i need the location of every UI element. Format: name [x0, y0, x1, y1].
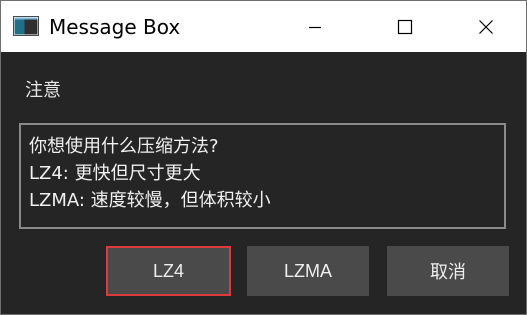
- minimize-button[interactable]: [292, 1, 338, 52]
- title-bar[interactable]: Message Box: [1, 1, 526, 52]
- message-box-window: Message Box 注意 你想使用什么压缩方法? LZ4: 更快但尺寸更大 …: [0, 0, 527, 315]
- window-title: Message Box: [49, 15, 181, 39]
- window-app-icon: [13, 16, 39, 36]
- maximize-button[interactable]: [382, 1, 428, 52]
- cancel-button[interactable]: 取消: [387, 246, 509, 296]
- close-icon: [479, 19, 493, 34]
- message-line: LZMA: 速度较慢，但体积较小: [29, 190, 271, 211]
- dialog-content: 注意 你想使用什么压缩方法? LZ4: 更快但尺寸更大 LZMA: 速度较慢，但…: [1, 52, 526, 314]
- message-text-area: 你想使用什么压缩方法? LZ4: 更快但尺寸更大 LZMA: 速度较慢，但体积较…: [19, 123, 506, 229]
- message-line: LZ4: 更快但尺寸更大: [29, 163, 201, 184]
- lz4-button[interactable]: LZ4: [106, 246, 231, 296]
- close-button[interactable]: [463, 1, 509, 52]
- dialog-header: 注意: [25, 80, 61, 101]
- message-line: 你想使用什么压缩方法?: [29, 136, 219, 157]
- maximize-icon: [397, 19, 413, 34]
- minimize-icon: [309, 26, 321, 28]
- lzma-button[interactable]: LZMA: [247, 246, 369, 296]
